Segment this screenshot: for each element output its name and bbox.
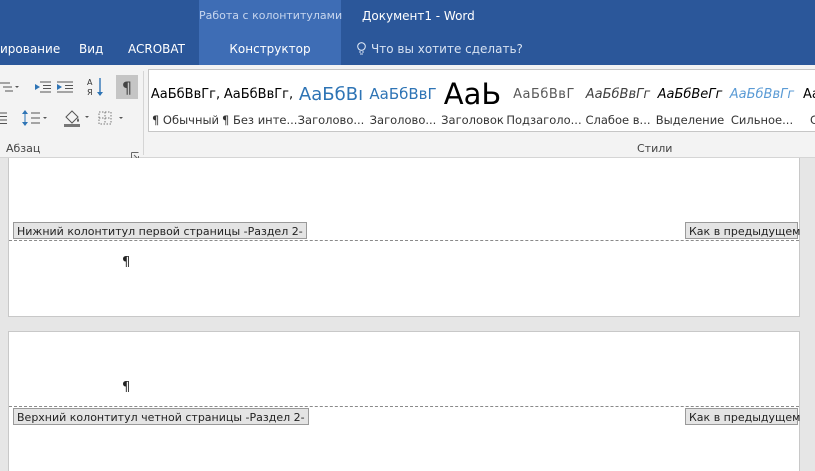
increase-indent-icon (57, 81, 73, 93)
style-name: Выделение (655, 113, 725, 127)
style-name: ¶ Обычный (151, 113, 220, 127)
footer-paragraph-mark[interactable]: ¶ (122, 255, 130, 270)
style-name: Подзаголо... (506, 113, 582, 127)
same-as-previous-button[interactable]: Как в предыдущем (685, 222, 800, 239)
line-spacing-icon (22, 110, 47, 126)
ribbon-tab-row: ирование Вид ACROBAT Конструктор Что вы … (0, 32, 815, 65)
show-formatting-marks-button[interactable]: ¶ (116, 75, 138, 99)
line-spacing-button[interactable] (22, 107, 50, 129)
sort-button[interactable]: A Я (87, 75, 107, 99)
style-name: Заголовок (441, 113, 504, 127)
style-normal[interactable]: АаБбВвГг, ¶ Обычный (149, 70, 222, 131)
tell-me-search[interactable]: Что вы хотите сделать? (356, 32, 523, 65)
styles-gallery: АаБбВвГг, ¶ Обычный АаБбВвГг, ¶ Без инте… (148, 69, 815, 132)
style-strong[interactable]: Аа С (798, 70, 815, 131)
align-justify-button[interactable] (0, 107, 10, 129)
decrease-indent-button[interactable] (34, 76, 54, 98)
borders-icon (98, 111, 123, 125)
page-even: ¶ Верхний колонтитул четной страницы -Ра… (8, 331, 800, 471)
style-name: Слабое в... (585, 113, 651, 127)
style-heading-1[interactable]: АаБбВı Заголово... (295, 70, 367, 131)
header-paragraph-mark[interactable]: ¶ (122, 380, 130, 395)
document-title: Документ1 - Word (362, 9, 475, 23)
style-sample: АаБбВвГ (369, 85, 437, 103)
multilevel-list-icon (0, 82, 19, 92)
svg-text:Я: Я (87, 88, 93, 97)
tab-acrobat[interactable]: ACROBAT (128, 32, 185, 65)
style-subtle-emphasis[interactable]: АаБбВвГг Слабое в... (582, 70, 654, 131)
style-subtitle[interactable]: АаБбВвГ Подзаголо... (506, 70, 582, 131)
style-sample: Аа (803, 86, 815, 102)
multilevel-list-button[interactable] (0, 76, 22, 98)
style-intense-emphasis[interactable]: АаБбВвГг Сильное... (726, 70, 798, 131)
style-sample: АаБбВвГг, (150, 86, 221, 102)
tab-design[interactable]: Конструктор (199, 32, 341, 65)
increase-indent-button[interactable] (56, 76, 76, 98)
style-sample: АаБбВı (298, 83, 364, 105)
align-justify-icon (0, 112, 7, 124)
style-sample: АаБбВеГг (657, 86, 723, 102)
style-name: Заголово... (297, 113, 365, 127)
style-name: Заголово... (369, 113, 437, 127)
paragraph-group-label: Абзац (6, 142, 41, 155)
header-boundary-line (9, 406, 799, 407)
page-first: Нижний колонтитул первой страницы -Разде… (8, 158, 800, 317)
title-bar: Работа с колонтитулами Документ1 - Word (0, 0, 815, 32)
sort-az-icon: A Я (87, 78, 103, 97)
tab-view[interactable]: Вид (79, 32, 103, 65)
style-title[interactable]: АаЬ Заголовок (439, 70, 506, 131)
footer-first-page-tag: Нижний колонтитул первой страницы -Разде… (13, 222, 307, 239)
lightbulb-icon (357, 42, 366, 55)
footer-boundary-line (9, 240, 799, 241)
style-name: С (798, 113, 815, 127)
context-tab-group-label: Работа с колонтитулами (199, 0, 342, 32)
svg-text:A: A (87, 78, 93, 87)
tab-review[interactable]: ирование (0, 32, 60, 65)
shading-button[interactable] (62, 107, 92, 129)
style-sample: АаЬ (443, 77, 502, 111)
same-as-previous-button[interactable]: Как в предыдущем (685, 408, 800, 425)
style-sample: АаБбВвГг (729, 86, 795, 102)
style-name: Сильное... (730, 113, 794, 127)
styles-group-label: Стили (637, 142, 673, 155)
paint-bucket-icon (64, 110, 89, 127)
style-heading-2[interactable]: АаБбВвГ Заголово... (367, 70, 439, 131)
borders-button[interactable] (98, 107, 128, 129)
style-emphasis[interactable]: АаБбВеГг Выделение (654, 70, 726, 131)
document-area: Нижний колонтитул первой страницы -Разде… (0, 158, 815, 471)
style-name: ¶ Без инте... (222, 113, 298, 127)
style-sample: АаБбВвГ (513, 86, 575, 102)
style-sample: АаБбВвГг (585, 86, 651, 102)
decrease-indent-icon (35, 81, 51, 93)
paragraph-dialog-launcher[interactable] (131, 145, 139, 160)
ribbon: A Я ¶ Абзац АаБбВвГг, ¶ Обычный АаБбВвГг… (0, 65, 815, 160)
group-separator (143, 71, 144, 155)
style-no-spacing[interactable]: АаБбВвГг, ¶ Без инте... (222, 70, 298, 131)
tell-me-text: Что вы хотите сделать? (371, 42, 523, 56)
header-even-page-tag: Верхний колонтитул четной страницы -Разд… (13, 408, 309, 425)
style-sample: АаБбВвГг, (223, 86, 294, 102)
pilcrow-icon: ¶ (121, 77, 133, 97)
